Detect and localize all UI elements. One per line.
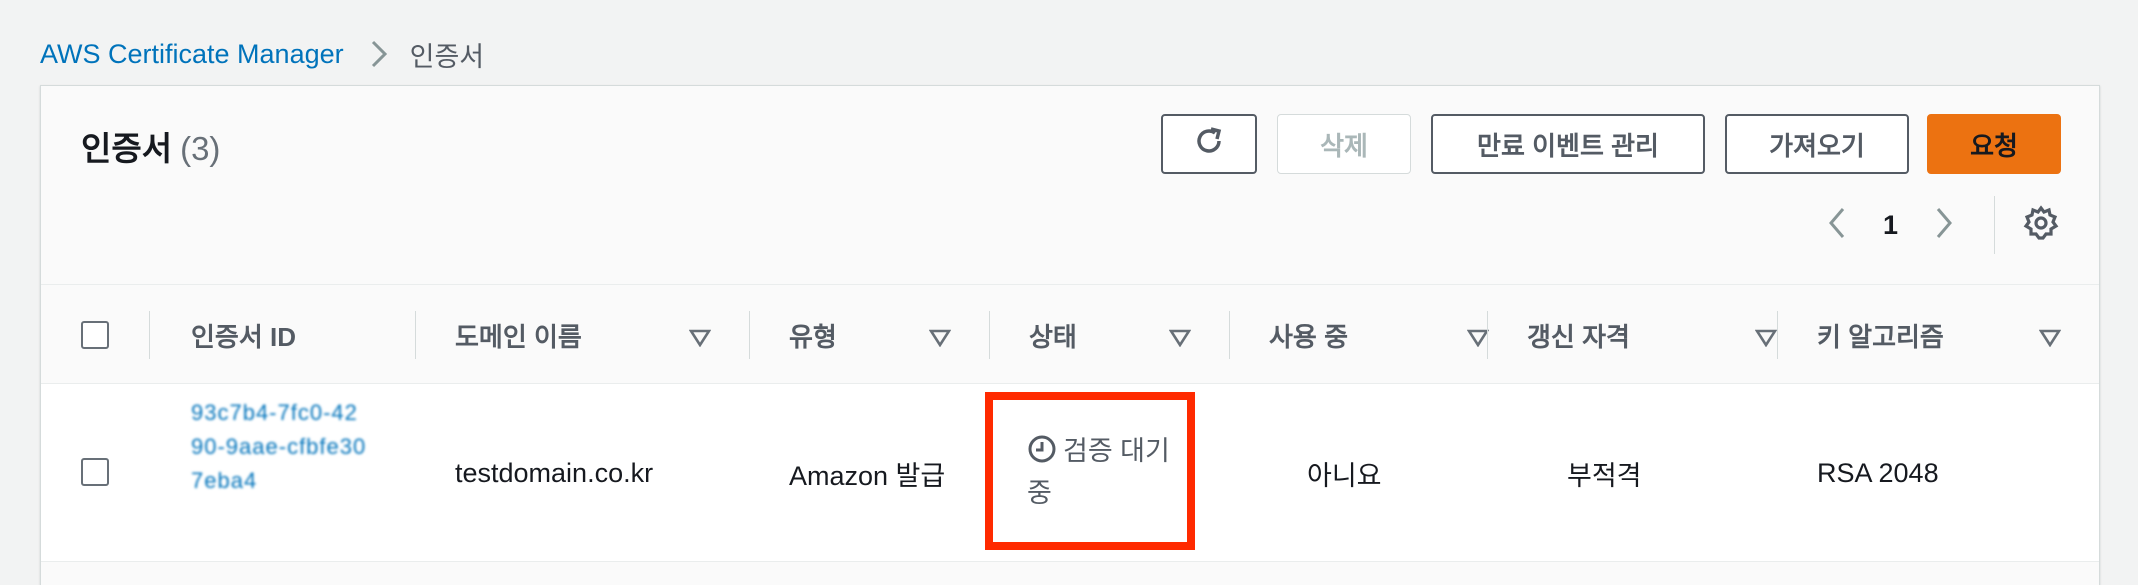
sort-caret-icon: [1754, 323, 1778, 354]
breadcrumb-acm-link[interactable]: AWS Certificate Manager: [40, 39, 344, 70]
sort-caret-icon: [1466, 323, 1490, 354]
column-header-domain[interactable]: 도메인 이름: [455, 285, 712, 385]
status-cell-highlighted: 검증 대기 중: [985, 392, 1195, 550]
column-header-type[interactable]: 유형: [789, 285, 952, 385]
chevron-right-icon: [370, 39, 388, 69]
breadcrumb: AWS Certificate Manager 인증서: [40, 36, 484, 72]
column-divider: [1229, 311, 1230, 359]
import-button[interactable]: 가져오기: [1725, 114, 1909, 174]
type-cell: Amazon 발급: [789, 460, 946, 491]
column-divider: [749, 311, 750, 359]
column-header-status[interactable]: 상태: [1029, 285, 1192, 385]
renewal-eligibility-cell: 부적격: [1567, 460, 1642, 491]
clock-icon: [1027, 434, 1057, 474]
request-button[interactable]: 요청: [1927, 114, 2061, 174]
sort-caret-icon: [1168, 323, 1192, 354]
column-header-cert-id[interactable]: 인증서 ID: [191, 285, 411, 385]
table-row[interactable]: 93c7b4-7fc0-4290-9aae-cfbfe307eba4 testd…: [41, 384, 2099, 562]
column-label: 상태: [1029, 321, 1077, 352]
column-label: 갱신 자격: [1527, 321, 1630, 352]
column-divider: [989, 311, 990, 359]
pager-divider: [1994, 196, 1995, 254]
page-title: 인증서 (3): [81, 122, 220, 170]
manage-expiry-events-button[interactable]: 만료 이벤트 관리: [1431, 114, 1705, 174]
certificates-panel: 인증서 (3) 삭제 만료 이벤트 관리 가져오기 요청 1 인증서 ID 도메…: [40, 85, 2100, 585]
column-divider: [415, 311, 416, 359]
column-label: 인증서 ID: [191, 321, 296, 352]
title-text: 인증서: [81, 130, 173, 167]
column-divider: [1487, 311, 1488, 359]
sort-caret-icon: [688, 323, 712, 354]
column-header-renewal[interactable]: 갱신 자격: [1527, 285, 1778, 385]
column-divider: [1777, 311, 1778, 359]
select-all-checkbox[interactable]: [81, 321, 109, 349]
refresh-icon: [1191, 123, 1227, 166]
in-use-cell: 아니요: [1307, 460, 1382, 491]
sort-caret-icon: [2038, 323, 2062, 354]
domain-name-cell: testdomain.co.kr: [455, 457, 654, 488]
column-divider: [149, 311, 150, 359]
column-label: 키 알고리즘: [1817, 321, 1944, 352]
column-label: 도메인 이름: [455, 321, 582, 352]
refresh-button[interactable]: [1161, 114, 1257, 174]
breadcrumb-current: 인증서: [409, 41, 485, 72]
table-header: 인증서 ID 도메인 이름 유형 상태 사용 중 갱신 자격 키 알고리즘: [41, 284, 2099, 384]
key-algorithm-cell: RSA 2048: [1817, 457, 1939, 488]
delete-button[interactable]: 삭제: [1277, 114, 1411, 174]
pagination: 1: [1827, 196, 2059, 254]
certificate-id-link[interactable]: 93c7b4-7fc0-4290-9aae-cfbfe307eba4: [191, 396, 371, 498]
column-header-in-use[interactable]: 사용 중: [1269, 285, 1490, 385]
column-label: 유형: [789, 321, 837, 352]
settings-gear-icon[interactable]: [2023, 204, 2059, 246]
chevron-right-icon[interactable]: [1934, 206, 1954, 245]
sort-caret-icon: [928, 323, 952, 354]
row-checkbox[interactable]: [81, 458, 109, 486]
page-number[interactable]: 1: [1883, 210, 1898, 241]
title-count: (3): [180, 130, 221, 167]
chevron-left-icon[interactable]: [1827, 206, 1847, 245]
column-header-key-algorithm[interactable]: 키 알고리즘: [1817, 285, 2062, 385]
column-label: 사용 중: [1269, 321, 1348, 352]
